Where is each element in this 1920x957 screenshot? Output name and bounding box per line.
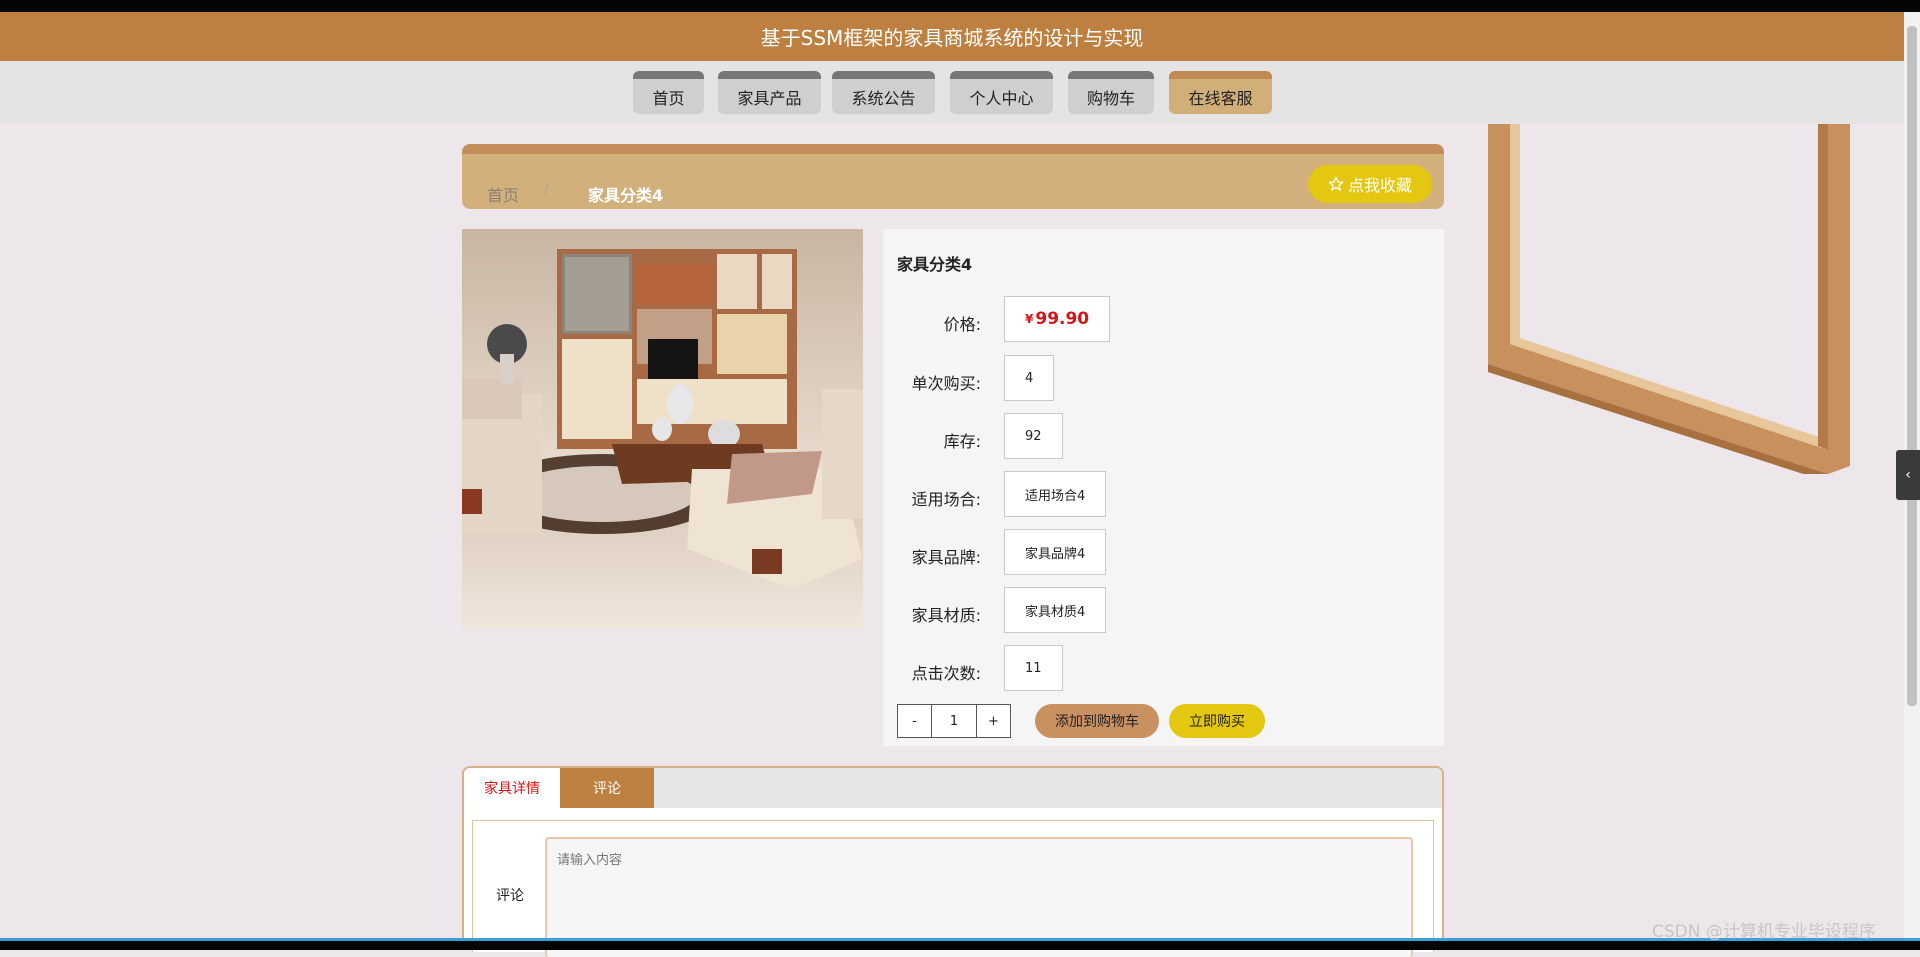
stock-value: 92: [1004, 413, 1063, 459]
brand-value: 家具品牌4: [1004, 529, 1107, 575]
product-tabs: 家具详情 评论 评论 请输入内容: [462, 766, 1444, 957]
occasion-label: 适用场合:: [911, 490, 981, 509]
product-image: [462, 229, 863, 629]
buy-now-button[interactable]: 立即购买: [1169, 704, 1265, 738]
tab-comments[interactable]: 评论: [560, 768, 654, 808]
side-panel-toggle[interactable]: ‹: [1896, 450, 1920, 500]
click-count-label: 点击次数:: [911, 664, 981, 683]
favorite-label: 点我收藏: [1347, 176, 1412, 195]
tab-strip: 家具详情 评论: [464, 768, 1442, 808]
click-count-value: 11: [1004, 645, 1063, 691]
product-title: 家具分类4: [897, 255, 973, 274]
nav-online-service[interactable]: 在线客服: [1169, 71, 1272, 114]
nav-products[interactable]: 家具产品: [718, 71, 821, 114]
quantity-input[interactable]: 1: [931, 705, 977, 737]
breadcrumb-current: 家具分类4: [588, 186, 664, 205]
occasion-value: 适用场合4: [1004, 471, 1107, 517]
breadcrumb: 首页 / 家具分类4 点我收藏: [462, 144, 1444, 209]
material-value: 家具材质4: [1004, 587, 1107, 633]
favorite-button[interactable]: 点我收藏: [1308, 165, 1432, 203]
comment-label: 评论: [496, 888, 524, 904]
product-info-panel: 家具分类4 价格: ¥ 99.90 单次购买: 4 库存: 92 适用场合: 适…: [883, 229, 1444, 746]
breadcrumb-home-link[interactable]: 首页: [487, 182, 519, 206]
quantity-decrease-button[interactable]: -: [898, 705, 931, 737]
nav-announcements[interactable]: 系统公告: [832, 71, 935, 114]
single-purchase-label: 单次购买:: [911, 374, 981, 393]
tab-details[interactable]: 家具详情: [464, 768, 560, 808]
nav-cart[interactable]: 购物车: [1068, 71, 1154, 114]
stock-label: 库存:: [943, 432, 981, 451]
star-outline-icon: [1328, 176, 1344, 191]
watermark-text: CSDN @计算机专业毕设程序: [1652, 922, 1876, 942]
window-top-edge: [0, 0, 1920, 12]
material-label: 家具材质:: [911, 606, 981, 625]
quantity-stepper: - 1 +: [897, 704, 1011, 738]
living-room-photo: [462, 229, 863, 629]
nav-home[interactable]: 首页: [633, 71, 704, 114]
breadcrumb-separator: /: [544, 182, 549, 198]
site-title: 基于SSM框架的家具商城系统的设计与实现: [760, 26, 1144, 50]
single-purchase-value: 4: [1004, 355, 1055, 401]
taskbar-accent-line: [0, 938, 1920, 941]
chevron-left-icon: ‹: [1905, 467, 1911, 483]
currency-symbol: ¥: [1025, 312, 1034, 326]
quantity-increase-button[interactable]: +: [977, 705, 1010, 737]
add-to-cart-button[interactable]: 添加到购物车: [1035, 704, 1159, 738]
site-title-bar: 基于SSM框架的家具商城系统的设计与实现: [0, 12, 1904, 61]
scrollbar-thumb[interactable]: [1907, 26, 1917, 706]
decorative-frame: [1488, 124, 1850, 474]
nav-profile[interactable]: 个人中心: [950, 71, 1053, 114]
price-label: 价格:: [943, 315, 981, 334]
comment-form: 评论 请输入内容: [472, 820, 1434, 957]
main-nav: 首页 家具产品 系统公告 个人中心 购物车 在线客服: [0, 61, 1904, 124]
price-amount: 99.90: [1035, 309, 1090, 329]
price-value: ¥ 99.90: [1004, 296, 1111, 342]
brand-label: 家具品牌:: [911, 548, 981, 567]
